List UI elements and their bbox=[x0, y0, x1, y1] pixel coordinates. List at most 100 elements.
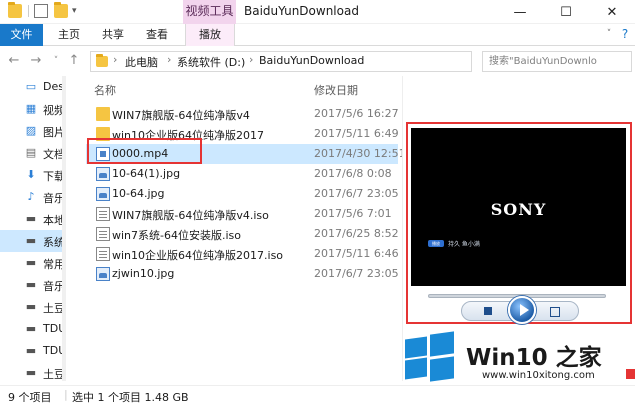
breadcrumb-separator: › bbox=[113, 53, 118, 66]
watermark-url: www.win10xitong.com bbox=[482, 370, 595, 381]
file-modified-date: 2017/5/6 7:01 bbox=[314, 207, 392, 220]
selection-info: 选中 1 个项目 1.48 GB bbox=[72, 391, 189, 404]
sidebar-item[interactable]: ▬ 土豆 bbox=[0, 296, 65, 318]
file-name: win10企业版64位纯净版2017.iso bbox=[112, 249, 284, 262]
status-bar: 9 个项目 | 选中 1 个项目 1.48 GB bbox=[0, 385, 635, 404]
video-icon: ▦ bbox=[25, 102, 37, 115]
minimize-button[interactable]: — bbox=[497, 0, 543, 24]
sidebar-item[interactable]: ⬇ 下载 bbox=[0, 164, 65, 186]
folder-icon bbox=[96, 54, 108, 67]
image-file-icon bbox=[96, 187, 110, 201]
sidebar-item[interactable]: ▬土豆U bbox=[0, 362, 66, 381]
sidebar-item[interactable]: ▬ 音乐 bbox=[0, 274, 65, 296]
forward-arrow-icon[interactable]: → bbox=[28, 52, 44, 70]
file-row[interactable]: 10-64.jpg 2017/6/7 23:05 bbox=[86, 184, 399, 204]
selection-highlight-box bbox=[87, 138, 202, 164]
help-icon[interactable]: ? bbox=[617, 24, 633, 46]
tab-home[interactable]: 主页 bbox=[48, 24, 90, 46]
sidebar-item[interactable]: ♪ 音乐 bbox=[0, 186, 65, 208]
item-count: 9 个项目 bbox=[8, 391, 52, 404]
maximize-button[interactable]: ☐ bbox=[543, 0, 589, 24]
close-button[interactable]: ✕ bbox=[589, 0, 635, 24]
file-row[interactable]: win7系统-64位安装版.iso 2017/6/25 8:52 bbox=[86, 224, 399, 244]
column-header-name[interactable]: 名称 bbox=[94, 82, 116, 98]
file-row[interactable]: zjwin10.jpg 2017/6/7 23:05 bbox=[86, 264, 399, 284]
ribbon-tabs: 文件 主页 共享 查看 播放 ˅ ? bbox=[0, 24, 635, 46]
download-icon: ⬇ bbox=[26, 168, 36, 181]
drive-icon: ▬ bbox=[25, 212, 37, 225]
sidebar-item[interactable]: ▬ 常用 bbox=[0, 252, 65, 274]
file-name: 10-64.jpg bbox=[112, 187, 165, 200]
navigation-pane: ▭ Des ▦ 视频 ▨ 图片 ▤ 文档 ⬇ 下载 ♪ 音乐 ▬ 本地 ▬ 系统 ▬ 常用 ▬ 音乐 ▬ 土豆 ▬ TDU ▬ T… bbox=[0, 76, 66, 381]
breadcrumb-drive[interactable]: 系统软件 (D:) bbox=[177, 54, 245, 70]
tab-file[interactable]: 文件 bbox=[0, 24, 43, 46]
properties-icon[interactable] bbox=[34, 4, 48, 18]
file-row[interactable]: WIN7旗舰版-64位纯净版v4.iso 2017/5/6 7:01 bbox=[86, 204, 398, 224]
sidebar-item-label: Des bbox=[43, 80, 64, 93]
chevron-down-icon[interactable]: ˅ bbox=[48, 52, 64, 70]
sidebar-item[interactable]: ▨ 图片 bbox=[0, 120, 65, 142]
drive-icon: ▬ bbox=[25, 278, 37, 291]
title-bar: ▾ 视频工具 BaiduYunDownload — ☐ ✕ bbox=[0, 0, 635, 24]
file-modified-date: 2017/5/11 6:46 bbox=[314, 247, 399, 260]
tab-view[interactable]: 查看 bbox=[136, 24, 178, 46]
sidebar-item[interactable]: ▦ 视频 bbox=[0, 98, 65, 120]
file-name: WIN7旗舰版-64位纯净版v4 bbox=[112, 109, 250, 122]
chevron-down-icon[interactable]: ˅ bbox=[602, 24, 616, 46]
divider: | bbox=[64, 388, 68, 401]
drive-icon: ▬ bbox=[25, 322, 37, 335]
sidebar-item[interactable]: ▬TDUP bbox=[0, 340, 66, 362]
folder-icon bbox=[96, 107, 110, 121]
file-list: 名称 修改日期 WIN7旗舰版-64位纯净版v4 2017/5/6 16:27 wi… bbox=[72, 76, 406, 381]
video-player-screen[interactable]: SONY 播放 持久 鱼小满 bbox=[411, 128, 626, 286]
image-file-icon bbox=[96, 167, 110, 181]
file-row[interactable]: WIN7旗舰版-64位纯净版v4 2017/5/6 16:27 bbox=[86, 104, 399, 124]
video-logo-text: SONY bbox=[490, 200, 547, 219]
file-name: zjwin10.jpg bbox=[112, 267, 175, 280]
chevron-down-icon[interactable]: ▾ bbox=[72, 6, 80, 20]
back-arrow-icon[interactable]: ← bbox=[6, 52, 22, 70]
file-modified-date: 2017/6/25 8:52 bbox=[314, 227, 399, 240]
resize-grip-icon[interactable] bbox=[626, 369, 635, 379]
sidebar-item[interactable]: ▬ TDU bbox=[0, 318, 66, 340]
desktop-icon: ▭ bbox=[25, 80, 37, 93]
new-folder-icon[interactable] bbox=[54, 2, 68, 18]
file-modified-date: 2017/5/6 16:27 bbox=[314, 107, 399, 120]
breadcrumb-separator: › bbox=[167, 53, 172, 66]
image-file-icon bbox=[96, 267, 110, 281]
file-modified-date: 2017/6/8 0:08 bbox=[314, 167, 392, 180]
tab-play[interactable]: 播放 bbox=[185, 24, 235, 46]
disc-image-file-icon bbox=[96, 247, 110, 261]
navigation-bar: ← → ˅ ↑ › 此电脑 › 系统软件 (D:) › BaiduYunDown… bbox=[0, 47, 635, 75]
sidebar-item[interactable]: ▤ 文档 bbox=[0, 142, 65, 164]
tab-share[interactable]: 共享 bbox=[92, 24, 134, 46]
file-name: 10-64(1).jpg bbox=[112, 167, 181, 180]
watermark-title: Win10 之家 bbox=[466, 345, 602, 371]
folder-icon bbox=[8, 2, 22, 18]
disc-image-file-icon bbox=[96, 207, 110, 221]
file-modified-date: 2017/5/11 6:49 bbox=[314, 127, 399, 140]
sidebar-item[interactable]: ▬ 系统 bbox=[0, 230, 65, 252]
up-arrow-icon[interactable]: ↑ bbox=[66, 52, 82, 70]
search-input[interactable]: 搜索"BaiduYunDownlo bbox=[482, 51, 632, 72]
file-row[interactable]: win10企业版64位纯净版2017.iso 2017/5/11 6:46 bbox=[86, 244, 399, 264]
sidebar-item[interactable]: ▬ 本地 bbox=[0, 208, 65, 230]
file-modified-date: 2017/4/30 12:51 bbox=[314, 147, 406, 160]
column-header-modified[interactable]: 修改日期 bbox=[314, 82, 358, 98]
stop-button[interactable] bbox=[484, 307, 492, 315]
open-player-button[interactable] bbox=[550, 307, 560, 317]
drive-icon: ▬ bbox=[25, 344, 37, 357]
divider bbox=[28, 5, 29, 17]
play-button[interactable] bbox=[508, 296, 536, 324]
window-title: BaiduYunDownload bbox=[244, 4, 359, 18]
sidebar-scrollbar[interactable] bbox=[62, 76, 66, 381]
documents-icon: ▤ bbox=[25, 146, 37, 159]
breadcrumb-this-pc[interactable]: 此电脑 bbox=[125, 54, 158, 70]
file-modified-date: 2017/6/7 23:05 bbox=[314, 187, 399, 200]
address-bar[interactable]: › 此电脑 › 系统软件 (D:) › BaiduYunDownload ˅ ↻ bbox=[90, 51, 558, 72]
sidebar-item[interactable]: ▭ Des bbox=[0, 76, 64, 98]
breadcrumb-folder[interactable]: BaiduYunDownload bbox=[259, 54, 364, 67]
disc-image-file-icon bbox=[96, 227, 110, 241]
file-row[interactable]: 10-64(1).jpg 2017/6/8 0:08 bbox=[86, 164, 398, 184]
drive-icon: ▬ bbox=[25, 256, 37, 269]
